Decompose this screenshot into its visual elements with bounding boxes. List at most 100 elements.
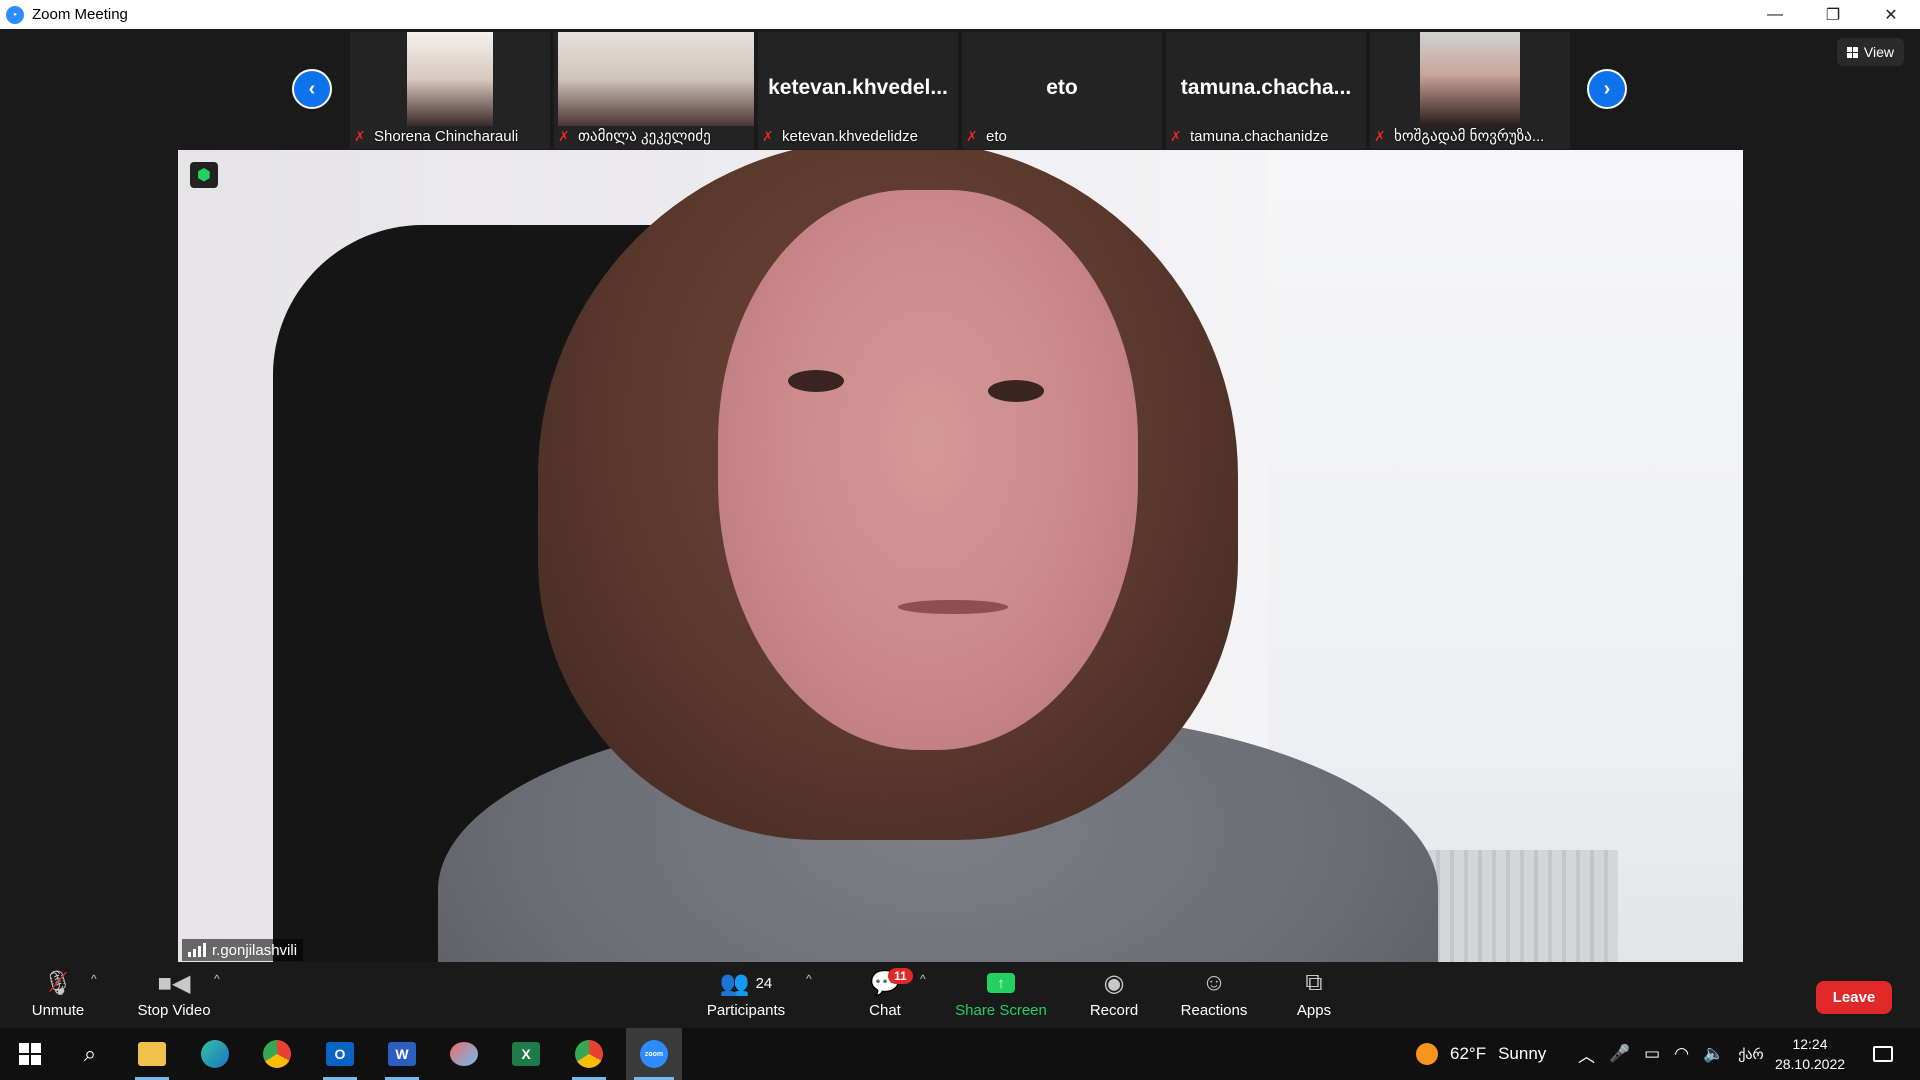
participant-label: ✗ ketevan.khvedelidze xyxy=(762,127,918,145)
clock-date: 28.10.2022 xyxy=(1774,1056,1846,1072)
participant-label: ✗ Shorena Chincharauli xyxy=(354,127,519,145)
grid-view-icon xyxy=(1846,46,1858,58)
chat-options-caret[interactable]: ^ xyxy=(920,972,926,986)
participant-strip: ✗ Shorena Chincharauli ✗ თამილა კეკელიძე… xyxy=(350,32,1574,149)
taskbar-search-button[interactable]: ⌕ xyxy=(65,1028,115,1080)
volume-icon[interactable]: 🔈 xyxy=(1703,1044,1724,1064)
notifications-button[interactable] xyxy=(1858,1028,1908,1080)
muted-mic-icon: ✗ xyxy=(354,127,366,144)
window-titlebar: ● Zoom Meeting — ❐ ✕ xyxy=(0,0,1920,29)
sun-icon xyxy=(1416,1043,1438,1065)
video-camera-icon: ■◀ xyxy=(157,969,191,997)
participants-button[interactable]: 👥 24 Participants xyxy=(700,962,792,1028)
system-tray: ︿ 🎤 ▭ ◠ 🔈 ქარ xyxy=(1578,1028,1764,1080)
reactions-button[interactable]: ☺ Reactions xyxy=(1174,962,1254,1028)
video-person-mouth xyxy=(898,600,1008,614)
participant-display-name: tamuna.chacha... xyxy=(1180,76,1352,99)
taskbar-excel[interactable]: X xyxy=(501,1028,551,1080)
share-screen-button[interactable]: ↑ Share Screen xyxy=(952,962,1050,1028)
view-button[interactable]: View xyxy=(1836,38,1904,66)
microphone-icon[interactable]: 🎤 xyxy=(1609,1044,1630,1064)
language-indicator[interactable]: ქარ xyxy=(1738,1046,1763,1063)
participant-label: ✗ თამილა კეკელიძე xyxy=(558,127,711,146)
notification-icon xyxy=(1873,1046,1893,1062)
weather-temperature: 62°F xyxy=(1450,1044,1487,1063)
participant-thumbnail[interactable]: ketevan.khvedel... ✗ ketevan.khvedelidze xyxy=(758,32,958,149)
minimize-button[interactable]: — xyxy=(1746,0,1804,29)
participant-thumbnail[interactable]: ✗ თამილა კეკელიძე xyxy=(554,32,754,149)
zoom-app-icon: ● xyxy=(6,5,24,24)
chat-unread-badge: 11 xyxy=(888,968,913,984)
participant-thumbnail[interactable]: ✗ ხოშგადამ ნოვრუზა... xyxy=(1370,32,1570,149)
taskbar-word[interactable]: W xyxy=(377,1028,427,1080)
video-options-caret[interactable]: ^ xyxy=(214,972,220,986)
battery-icon[interactable]: ▭ xyxy=(1644,1044,1660,1064)
unmute-button[interactable]: 🎙 ⟋ Unmute xyxy=(22,962,94,1028)
signal-strength-icon xyxy=(188,943,206,957)
speaker-name-label: r.gonjilashvili xyxy=(182,939,304,961)
audio-options-caret[interactable]: ^ xyxy=(91,972,97,986)
record-icon: ◉ xyxy=(1103,969,1125,997)
participant-video xyxy=(1420,32,1520,126)
mic-muted-icon: 🎙 ⟋ xyxy=(42,967,74,997)
chevron-right-icon: › xyxy=(1603,77,1611,100)
close-button[interactable]: ✕ xyxy=(1862,0,1920,29)
chevron-up-icon[interactable]: ︿ xyxy=(1578,1042,1595,1067)
muted-mic-icon: ✗ xyxy=(1374,127,1386,144)
muted-mic-icon: ✗ xyxy=(1170,127,1182,144)
taskbar-edge[interactable] xyxy=(190,1028,240,1080)
zoom-app-taskbar-icon: zoom xyxy=(640,1040,668,1068)
participant-video xyxy=(558,32,754,126)
folder-icon xyxy=(138,1042,166,1066)
muted-mic-icon: ✗ xyxy=(762,127,774,144)
leave-button[interactable]: Leave xyxy=(1816,981,1892,1014)
meeting-toolbar: 🎙 ⟋ Unmute ^ ■◀ Stop Video ^ 👥 24 Particip… xyxy=(0,962,1920,1028)
window-controls: — ❐ ✕ xyxy=(1746,0,1920,29)
word-icon: W xyxy=(388,1042,416,1066)
participants-icon: 👥 24 xyxy=(719,969,773,997)
apps-button[interactable]: ⧉ Apps xyxy=(1292,962,1336,1028)
share-screen-icon: ↑ xyxy=(987,966,1015,1000)
encryption-shield-icon[interactable]: ⬢ xyxy=(190,162,218,188)
start-button[interactable] xyxy=(5,1028,55,1080)
wifi-icon[interactable]: ◠ xyxy=(1674,1044,1689,1064)
taskbar-outlook[interactable]: O xyxy=(315,1028,365,1080)
window-title: Zoom Meeting xyxy=(32,6,128,23)
record-button[interactable]: ◉ Record xyxy=(1084,962,1144,1028)
restore-button[interactable]: ❐ xyxy=(1804,0,1862,29)
search-icon: ⌕ xyxy=(83,1041,97,1066)
video-person-eye xyxy=(788,370,844,392)
taskbar-file-explorer[interactable] xyxy=(127,1028,177,1080)
chrome-profile-icon xyxy=(575,1040,603,1068)
participant-thumbnail[interactable]: ✗ Shorena Chincharauli xyxy=(350,32,550,149)
participant-thumbnail[interactable]: eto ✗ eto xyxy=(962,32,1162,149)
taskbar-chrome[interactable] xyxy=(252,1028,302,1080)
participant-thumbnail[interactable]: tamuna.chacha... ✗ tamuna.chachanidze xyxy=(1166,32,1366,149)
smiley-plus-icon: ☺ xyxy=(1201,969,1227,996)
edge-browser-icon xyxy=(201,1040,229,1068)
windows-taskbar: ⌕ O W X zoom 62°F Sunny ︿ 🎤 ▭ ◠ 🔈 ქარ 12… xyxy=(0,1028,1920,1080)
muted-mic-icon: ✗ xyxy=(966,127,978,144)
participants-count: 24 xyxy=(755,974,773,992)
clock-time: 12:24 xyxy=(1792,1036,1828,1052)
taskbar-paint[interactable] xyxy=(439,1028,489,1080)
chrome-browser-icon xyxy=(263,1040,291,1068)
video-person-eye xyxy=(988,380,1044,402)
taskbar-zoom[interactable]: zoom xyxy=(626,1028,682,1080)
participant-display-name: ketevan.khvedel... xyxy=(768,76,948,99)
participant-label: ✗ ხოშგადამ ნოვრუზა... xyxy=(1374,127,1545,146)
paint-icon xyxy=(450,1042,478,1066)
stop-video-button[interactable]: ■◀ Stop Video xyxy=(128,962,220,1028)
participant-label: ✗ tamuna.chachanidze xyxy=(1170,127,1329,145)
gallery-next-button[interactable]: › xyxy=(1587,69,1627,109)
gallery-prev-button[interactable]: ‹ xyxy=(292,69,332,109)
weather-widget[interactable]: 62°F Sunny xyxy=(1416,1028,1546,1080)
taskbar-clock[interactable]: 12:24 28.10.2022 xyxy=(1770,1034,1850,1074)
weather-description: Sunny xyxy=(1498,1044,1547,1063)
taskbar-chrome-profile[interactable] xyxy=(564,1028,614,1080)
participants-options-caret[interactable]: ^ xyxy=(806,972,812,986)
apps-icon: ⧉ xyxy=(1305,969,1323,996)
excel-icon: X xyxy=(512,1042,540,1066)
active-speaker-video[interactable]: ⬢ r.gonjilashvili xyxy=(178,150,1743,963)
participant-label: ✗ eto xyxy=(966,127,1007,145)
